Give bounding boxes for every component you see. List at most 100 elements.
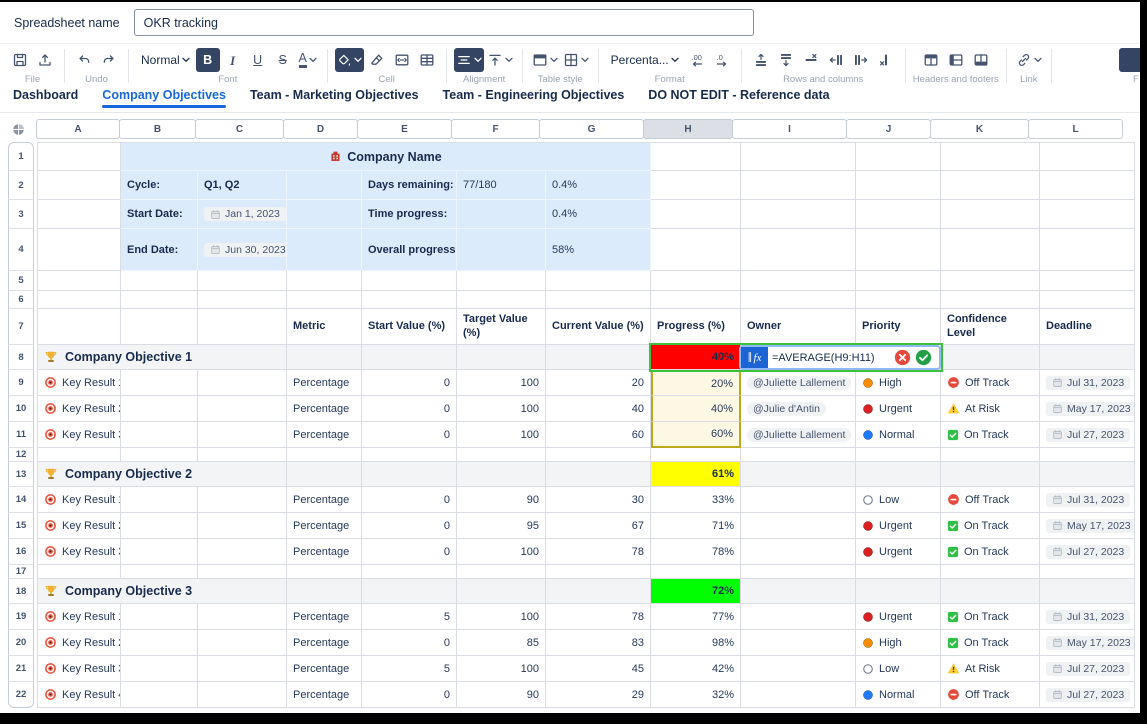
cell-L13[interactable]	[1040, 462, 1135, 487]
bold-button[interactable]: B	[196, 48, 220, 72]
cell-K2[interactable]	[941, 171, 1040, 200]
cell-H19[interactable]: 77%	[651, 604, 741, 630]
cell-J15[interactable]: Urgent	[856, 513, 941, 539]
cell-B16[interactable]	[121, 539, 198, 565]
cell-I12[interactable]	[741, 448, 856, 462]
cell-C19[interactable]	[198, 604, 287, 630]
cell-I15[interactable]	[741, 513, 856, 539]
cell-E17[interactable]	[362, 565, 457, 579]
column-header-K[interactable]: K	[930, 119, 1029, 139]
text-color-button[interactable]: A	[296, 48, 320, 72]
cell-G17[interactable]	[546, 565, 651, 579]
cell-L5[interactable]	[1040, 271, 1135, 291]
cell-H14[interactable]: 33%	[651, 487, 741, 513]
cell-K16[interactable]: On Track	[941, 539, 1040, 565]
cell-B4[interactable]: End Date:	[121, 229, 198, 271]
cell-L15[interactable]: May 17, 2023	[1040, 513, 1135, 539]
cell-D19[interactable]: Percentage	[287, 604, 362, 630]
cell-K1[interactable]	[941, 142, 1040, 171]
cell-G20[interactable]: 83	[546, 630, 651, 656]
cell-F2[interactable]: 77/180	[457, 171, 546, 200]
tab-team-engineering-objectives[interactable]: Team - Engineering Objectives	[443, 88, 625, 108]
cell-A9[interactable]: Key Result 1	[37, 370, 121, 396]
horizontal-align-button[interactable]	[454, 48, 484, 72]
row-header-6[interactable]: 6	[8, 291, 34, 309]
cell-I18[interactable]	[741, 579, 856, 604]
cell-E18[interactable]	[362, 579, 457, 604]
redo-button[interactable]	[97, 48, 121, 72]
cell-E5[interactable]	[362, 271, 457, 291]
cell-K10[interactable]: At Risk	[941, 396, 1040, 422]
cell-C20[interactable]	[198, 630, 287, 656]
cell-A18[interactable]: Company Objective 3	[37, 579, 287, 604]
cell-K17[interactable]	[941, 565, 1040, 579]
cell-A15[interactable]: Key Result 2	[37, 513, 121, 539]
cell-C22[interactable]	[198, 682, 287, 708]
cell-B14[interactable]	[121, 487, 198, 513]
cell-D5[interactable]	[287, 271, 362, 291]
underline-button[interactable]: U	[246, 48, 270, 72]
cell-E19[interactable]: 5	[362, 604, 457, 630]
cell-C2[interactable]: Q1, Q2	[198, 171, 287, 200]
cell-K20[interactable]: On Track	[941, 630, 1040, 656]
cell-G19[interactable]: 78	[546, 604, 651, 630]
cell-L17[interactable]	[1040, 565, 1135, 579]
row-header-19[interactable]: 19	[8, 604, 34, 630]
cell-J11[interactable]: Normal	[856, 422, 941, 448]
cell-J6[interactable]	[856, 291, 941, 309]
cell-A8[interactable]: Company Objective 1	[37, 345, 287, 370]
cell-E21[interactable]: 5	[362, 656, 457, 682]
cell-A16[interactable]: Key Result 3	[37, 539, 121, 565]
cell-D3[interactable]	[287, 200, 362, 229]
cell-A20[interactable]: Key Result 2	[37, 630, 121, 656]
cell-B17[interactable]	[121, 565, 198, 579]
tab-company-objectives[interactable]: Company Objectives	[102, 88, 226, 108]
cell-I10[interactable]: @Julie d'Antin	[741, 396, 856, 422]
cell-F12[interactable]	[457, 448, 546, 462]
cell-F14[interactable]: 90	[457, 487, 546, 513]
cell-K5[interactable]	[941, 271, 1040, 291]
cell-A19[interactable]: Key Result 1	[37, 604, 121, 630]
cell-J10[interactable]: Urgent	[856, 396, 941, 422]
cell-B21[interactable]	[121, 656, 198, 682]
cell-E4[interactable]: Overall progress:	[362, 229, 457, 271]
cell-L8[interactable]	[1040, 345, 1135, 370]
cell-E8[interactable]	[362, 345, 457, 370]
header-row-button[interactable]	[919, 48, 943, 72]
save-button[interactable]	[8, 48, 32, 72]
cell-A12[interactable]	[37, 448, 121, 462]
spreadsheet-name-input[interactable]	[134, 9, 754, 36]
cell-F22[interactable]: 90	[457, 682, 546, 708]
cell-F13[interactable]	[457, 462, 546, 487]
number-format-button[interactable]: Percenta...	[606, 48, 684, 72]
cell-A14[interactable]: Key Result 1	[37, 487, 121, 513]
cell-B2[interactable]: Cycle:	[121, 171, 198, 200]
cell-D8[interactable]	[287, 345, 362, 370]
cell-L10[interactable]: May 17, 2023	[1040, 396, 1135, 422]
cell-G10[interactable]: 40	[546, 396, 651, 422]
cell-C7[interactable]	[198, 309, 287, 345]
cell-H2[interactable]	[651, 171, 741, 200]
select-all-corner[interactable]	[8, 119, 37, 139]
cell-C15[interactable]	[198, 513, 287, 539]
cell-I1[interactable]	[741, 142, 856, 171]
cell-G5[interactable]	[546, 271, 651, 291]
row-header-14[interactable]: 14	[8, 487, 34, 513]
cell-G11[interactable]: 60	[546, 422, 651, 448]
borders-button[interactable]	[561, 48, 591, 72]
column-header-L[interactable]: L	[1028, 119, 1123, 139]
cell-H20[interactable]: 98%	[651, 630, 741, 656]
cell-J16[interactable]: Urgent	[856, 539, 941, 565]
cell-H17[interactable]	[651, 565, 741, 579]
cell-L2[interactable]	[1040, 171, 1135, 200]
cell-A2[interactable]	[37, 171, 121, 200]
cell-C6[interactable]	[198, 291, 287, 309]
cell-I22[interactable]	[741, 682, 856, 708]
row-header-2[interactable]: 2	[8, 171, 34, 200]
cell-K22[interactable]: Off Track	[941, 682, 1040, 708]
cell-H3[interactable]	[651, 200, 741, 229]
cell-J20[interactable]: High	[856, 630, 941, 656]
cell-G13[interactable]	[546, 462, 651, 487]
cell-G22[interactable]: 29	[546, 682, 651, 708]
cell-I11[interactable]: @Juliette Lallement	[741, 422, 856, 448]
